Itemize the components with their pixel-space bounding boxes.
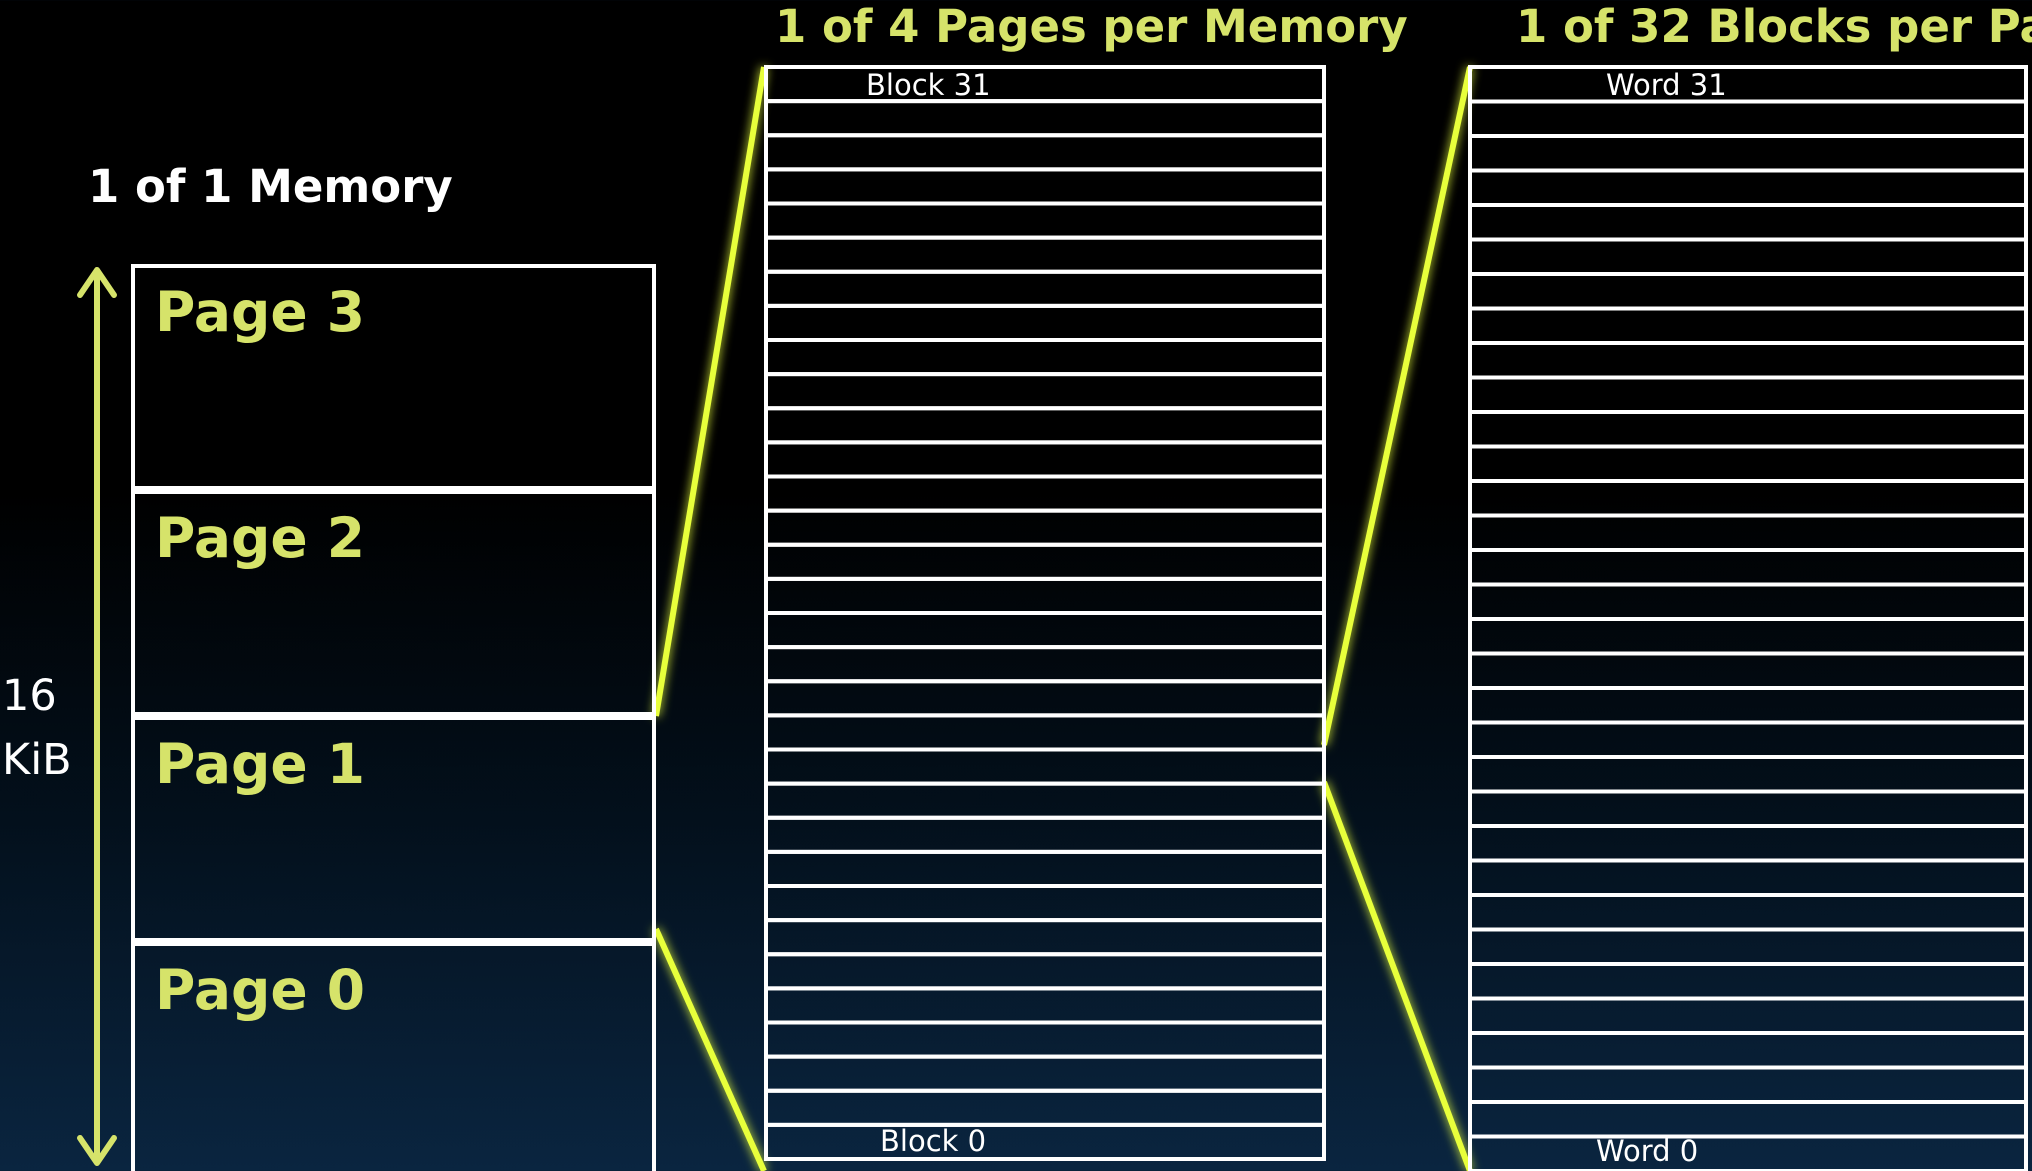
block-to-word-connector-bottom: [1321, 780, 1473, 1171]
block-row-12: [764, 713, 1326, 752]
block-row-16: [764, 576, 1326, 615]
block-0-label: Block 0: [880, 1124, 987, 1158]
word-row-28: [1468, 168, 2028, 207]
word-stack: [1468, 65, 2028, 1171]
word-row-4: [1468, 996, 2028, 1035]
blocks-per-page-title: 1 of 32 Blocks per Page: [1516, 0, 2032, 53]
block-row-21: [764, 406, 1326, 445]
page-label: Page 2: [155, 506, 366, 570]
page-to-block-connector-top: [653, 66, 767, 717]
block-row-0: [764, 1122, 1326, 1161]
block-row-31: [764, 65, 1326, 104]
word-0-label: Word 0: [1596, 1134, 1699, 1168]
block-row-4: [764, 986, 1326, 1025]
pages-per-memory-title: 1 of 4 Pages per Memory: [775, 0, 1408, 53]
zoom-connectors: [653, 66, 1473, 1171]
memory-size-unit: KiB: [2, 735, 72, 785]
word-row-31: [1468, 65, 2028, 104]
word-row-25: [1468, 272, 2028, 311]
word-row-14: [1468, 651, 2028, 690]
block-row-13: [764, 679, 1326, 718]
block-row-3: [764, 1020, 1326, 1059]
word-row-19: [1468, 479, 2028, 518]
block-row-29: [764, 133, 1326, 172]
word-row-10: [1468, 789, 2028, 828]
word-row-27: [1468, 203, 2028, 242]
word-row-0: [1468, 1134, 2028, 1171]
block-row-25: [764, 269, 1326, 308]
memory-size-arrow: [77, 267, 117, 1166]
block-row-8: [764, 849, 1326, 888]
block-row-9: [764, 815, 1326, 854]
block-row-23: [764, 338, 1326, 377]
word-row-21: [1468, 410, 2028, 449]
word-row-17: [1468, 548, 2028, 587]
word-row-18: [1468, 513, 2028, 552]
word-row-29: [1468, 134, 2028, 173]
block-row-11: [764, 747, 1326, 786]
word-row-26: [1468, 237, 2028, 276]
word-row-30: [1468, 99, 2028, 138]
page-label: Page 1: [155, 732, 366, 796]
block-row-22: [764, 372, 1326, 411]
block-row-27: [764, 201, 1326, 240]
word-row-2: [1468, 1065, 2028, 1104]
memory-size-value: 16: [2, 671, 57, 721]
block-row-17: [764, 542, 1326, 581]
word-row-23: [1468, 341, 2028, 380]
block-row-5: [764, 952, 1326, 991]
block-row-19: [764, 474, 1326, 513]
block-row-28: [764, 167, 1326, 206]
page-label: Page 0: [155, 958, 366, 1022]
word-row-7: [1468, 893, 2028, 932]
word-row-3: [1468, 1031, 2028, 1070]
block-row-10: [764, 781, 1326, 820]
block-row-14: [764, 645, 1326, 684]
page-label: Page 3: [155, 280, 366, 344]
word-row-6: [1468, 927, 2028, 966]
memory-size-label: 16 KiB: [2, 664, 72, 792]
page-box-0: Page 0: [131, 942, 656, 1171]
block-row-15: [764, 611, 1326, 650]
word-row-15: [1468, 617, 2028, 656]
block-to-word-connector-top: [1321, 66, 1473, 746]
block-row-30: [764, 99, 1326, 138]
block-row-24: [764, 303, 1326, 342]
page-box-2: Page 2: [131, 490, 656, 716]
page-box-1: Page 1: [131, 716, 656, 942]
page-box-3: Page 3: [131, 264, 656, 490]
word-row-8: [1468, 858, 2028, 897]
word-row-1: [1468, 1100, 2028, 1139]
block-row-18: [764, 508, 1326, 547]
memory-title: 1 of 1 Memory: [88, 160, 453, 213]
word-row-20: [1468, 444, 2028, 483]
block-row-1: [764, 1088, 1326, 1127]
word-row-9: [1468, 824, 2028, 863]
block-row-7: [764, 884, 1326, 923]
block-row-26: [764, 235, 1326, 274]
word-row-16: [1468, 582, 2028, 621]
block-31-label: Block 31: [866, 68, 991, 102]
block-row-6: [764, 918, 1326, 957]
page-to-block-connector-bottom: [653, 927, 767, 1171]
word-row-24: [1468, 306, 2028, 345]
word-row-5: [1468, 962, 2028, 1001]
word-31-label: Word 31: [1606, 68, 1727, 102]
word-row-12: [1468, 720, 2028, 759]
block-row-20: [764, 440, 1326, 479]
block-stack: [764, 65, 1326, 1161]
block-row-2: [764, 1054, 1326, 1093]
word-row-13: [1468, 686, 2028, 725]
word-row-22: [1468, 375, 2028, 414]
word-row-11: [1468, 755, 2028, 794]
